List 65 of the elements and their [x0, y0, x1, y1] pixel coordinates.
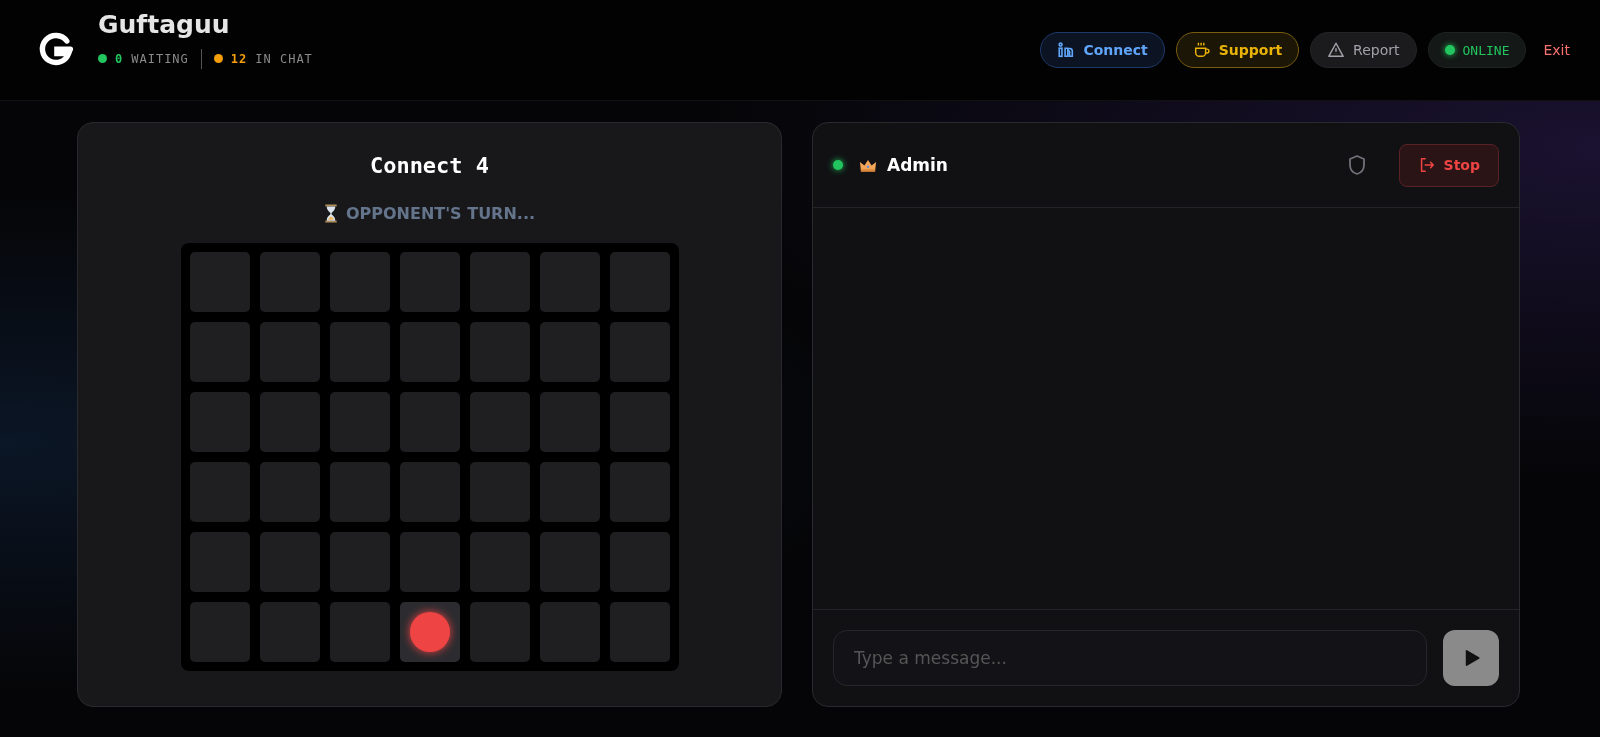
- shield-icon[interactable]: [1346, 154, 1367, 176]
- board-cell[interactable]: [469, 252, 530, 312]
- board-cell[interactable]: [329, 602, 390, 662]
- board-cell[interactable]: [609, 252, 670, 312]
- hourglass-icon: [323, 204, 338, 223]
- linkedin-icon: [1057, 41, 1076, 59]
- board-cell[interactable]: [189, 532, 250, 592]
- board-cell[interactable]: [539, 532, 600, 592]
- support-button[interactable]: Support: [1175, 32, 1300, 68]
- connect-button[interactable]: Connect: [1040, 32, 1165, 68]
- board-cell[interactable]: [259, 462, 320, 522]
- board-cell[interactable]: [399, 532, 460, 592]
- board-cell[interactable]: [469, 322, 530, 382]
- board-cell[interactable]: [609, 322, 670, 382]
- board-cell[interactable]: [259, 252, 320, 312]
- board-cell[interactable]: [609, 392, 670, 452]
- turn-status: OPPONENT'S TURN...: [345, 204, 536, 223]
- board-cell[interactable]: [189, 462, 250, 522]
- stat-count: 0: [115, 51, 124, 66]
- online-status: ONLINE: [1427, 32, 1527, 68]
- stat-count: 12: [230, 51, 248, 66]
- board-cell[interactable]: [329, 532, 390, 592]
- board-cell[interactable]: [469, 392, 530, 452]
- board-cell[interactable]: [539, 322, 600, 382]
- board-cell[interactable]: [329, 322, 390, 382]
- game-title: Connect 4: [369, 153, 490, 178]
- online-dot: [1444, 45, 1455, 55]
- board-cell[interactable]: [609, 602, 670, 662]
- send-button[interactable]: [1443, 630, 1499, 686]
- board-cell[interactable]: [609, 462, 670, 522]
- partner-name: Admin: [887, 155, 948, 175]
- board-cell[interactable]: [329, 252, 390, 312]
- board-cell[interactable]: [469, 532, 530, 592]
- board-cell[interactable]: [259, 322, 320, 382]
- warning-icon: [1327, 41, 1346, 59]
- brand-name: Guftaguu: [98, 9, 231, 39]
- board-cell[interactable]: [469, 602, 530, 662]
- board-cell[interactable]: [259, 392, 320, 452]
- board-cell[interactable]: [189, 252, 250, 312]
- board-cell[interactable]: [329, 462, 390, 522]
- report-button[interactable]: Report: [1310, 32, 1417, 68]
- board-cell[interactable]: [189, 322, 250, 382]
- board-cell[interactable]: [469, 462, 530, 522]
- board-cell[interactable]: [539, 252, 600, 312]
- stat-label: IN CHAT: [255, 51, 313, 66]
- board-cell[interactable]: [399, 602, 460, 662]
- board-cell[interactable]: [189, 392, 250, 452]
- coffee-cup-icon: [1192, 41, 1211, 59]
- stat-label: WAITING: [131, 51, 189, 66]
- board-cell[interactable]: [189, 602, 250, 662]
- board-cell[interactable]: [399, 462, 460, 522]
- logo-icon: [38, 32, 74, 68]
- stop-button[interactable]: Stop: [1398, 143, 1499, 187]
- board-cell[interactable]: [399, 322, 460, 382]
- message-input[interactable]: Type a message...: [833, 630, 1427, 686]
- board-cell[interactable]: [399, 392, 460, 452]
- board-cell[interactable]: [329, 392, 390, 452]
- exit-link[interactable]: Exit: [1543, 42, 1570, 58]
- board-cell[interactable]: [609, 532, 670, 592]
- board-cell[interactable]: [539, 392, 600, 452]
- board-cell[interactable]: [259, 532, 320, 592]
- board-cell[interactable]: [539, 462, 600, 522]
- board-cell[interactable]: [259, 602, 320, 662]
- board-cell[interactable]: [539, 602, 600, 662]
- board-cell[interactable]: [399, 252, 460, 312]
